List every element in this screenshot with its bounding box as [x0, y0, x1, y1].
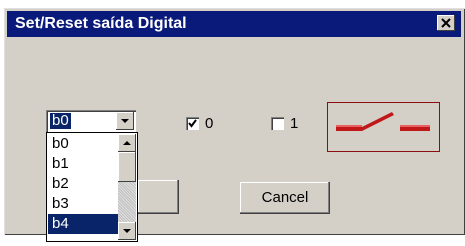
list-item[interactable]: b0 [48, 134, 120, 154]
switch-icon [336, 112, 430, 131]
checkbox-1-label: 1 [290, 115, 299, 132]
combo-dropdown-button[interactable] [116, 112, 134, 130]
list-item[interactable]: b1 [48, 154, 120, 174]
switch-indicator [327, 102, 440, 152]
window-title: Set/Reset saída Digital [15, 15, 187, 32]
checkbox-0-box[interactable] [186, 117, 199, 130]
title-bar: Set/Reset saída Digital [7, 11, 461, 37]
close-button[interactable] [437, 15, 455, 31]
scroll-track[interactable] [118, 182, 136, 222]
chevron-up-icon [123, 141, 131, 145]
checkbox-1-box[interactable] [271, 117, 284, 130]
checkmark-icon [188, 119, 197, 128]
list-scrollbar[interactable] [118, 134, 136, 240]
cancel-button[interactable]: Cancel [240, 182, 330, 214]
list-item[interactable]: b3 [48, 194, 120, 214]
bit-dropdown-list[interactable]: b0 b1 b2 b3 b4 [46, 132, 138, 242]
scroll-thumb[interactable] [118, 152, 136, 182]
checkbox-0-label: 0 [205, 115, 214, 132]
list-item[interactable]: b2 [48, 174, 120, 194]
ok-button[interactable] [138, 180, 179, 214]
close-icon [441, 18, 451, 28]
list-item[interactable]: b4 [48, 214, 120, 234]
chevron-down-icon [121, 119, 129, 123]
scroll-down-button[interactable] [118, 222, 136, 240]
combo-selected-value: b0 [50, 112, 71, 129]
scroll-up-button[interactable] [118, 134, 136, 152]
chevron-down-icon [123, 229, 131, 233]
bit-combobox[interactable]: b0 [46, 110, 136, 132]
